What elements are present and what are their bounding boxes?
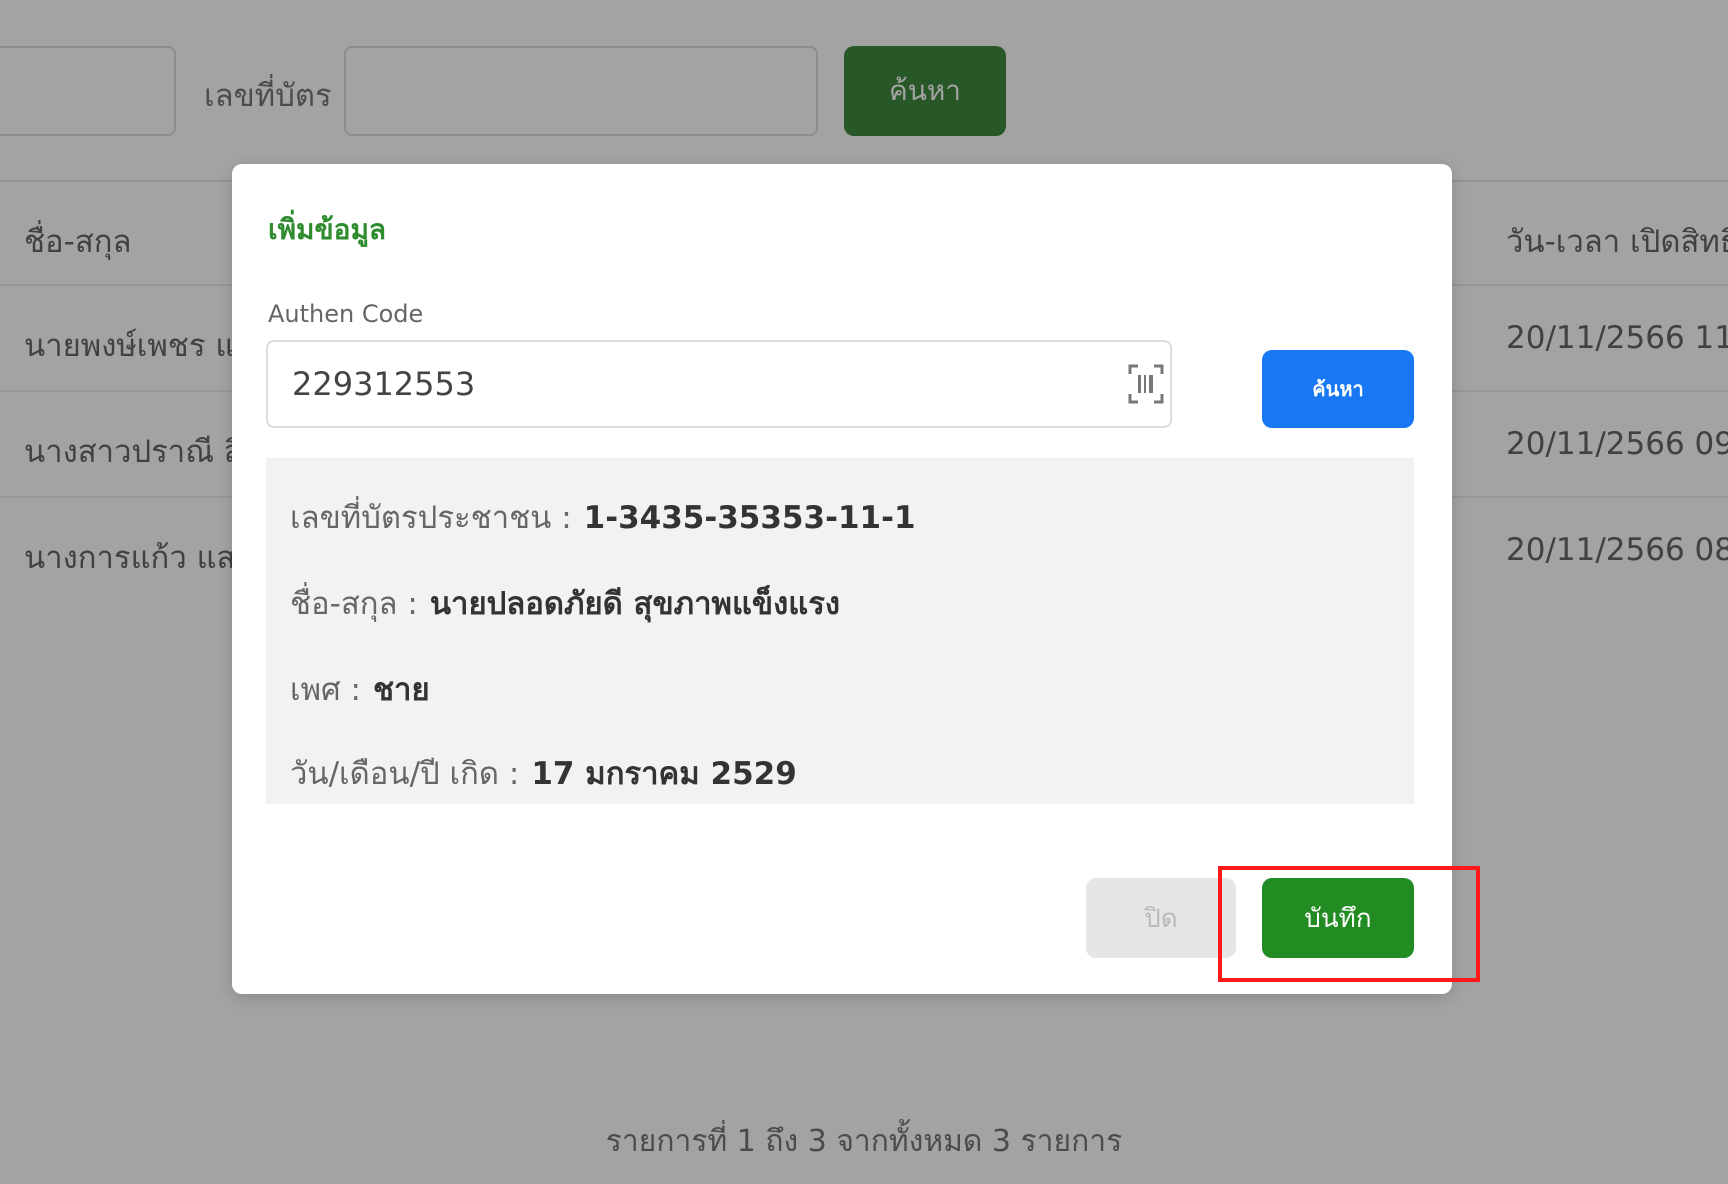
authen-code-input[interactable]	[266, 340, 1172, 428]
gender-label: เพศ :	[290, 672, 362, 708]
full-name-label: ชื่อ-สกุล :	[290, 586, 418, 622]
birth-date-line: วัน/เดือน/ปี เกิด : 17 มกราคม 2529	[290, 748, 797, 798]
modal-title: เพิ่มข้อมูล	[268, 213, 387, 246]
patient-info-panel: เลขที่บัตรประชาชน : 1-3435-35353-11-1 ชื่…	[266, 458, 1414, 804]
id-number-line: เลขที่บัตรประชาชน : 1-3435-35353-11-1	[290, 492, 916, 542]
id-number-label: เลขที่บัตรประชาชน :	[290, 500, 572, 536]
id-number-value: 1-3435-35353-11-1	[583, 500, 916, 536]
barcode-scan-icon[interactable]	[1128, 364, 1164, 404]
full-name-value: นายปลอดภัยดี สุขภาพแข็งแรง	[429, 586, 841, 622]
gender-value: ชาย	[373, 672, 430, 708]
authen-code-label: Authen Code	[268, 300, 424, 328]
full-name-line: ชื่อ-สกุล : นายปลอดภัยดี สุขภาพแข็งแรง	[290, 578, 840, 628]
birth-date-label: วัน/เดือน/ปี เกิด :	[290, 756, 520, 792]
modal-search-button[interactable]: ค้นหา	[1262, 350, 1414, 428]
highlight-annotation	[1218, 866, 1480, 982]
close-button[interactable]: ปิด	[1086, 878, 1236, 958]
gender-line: เพศ : ชาย	[290, 664, 430, 714]
birth-date-value: 17 มกราคม 2529	[531, 756, 797, 792]
page: เลขที่บัตร ค้นหา ชื่อ-สกุล วัน-เวลา เปิด…	[0, 0, 1728, 1184]
